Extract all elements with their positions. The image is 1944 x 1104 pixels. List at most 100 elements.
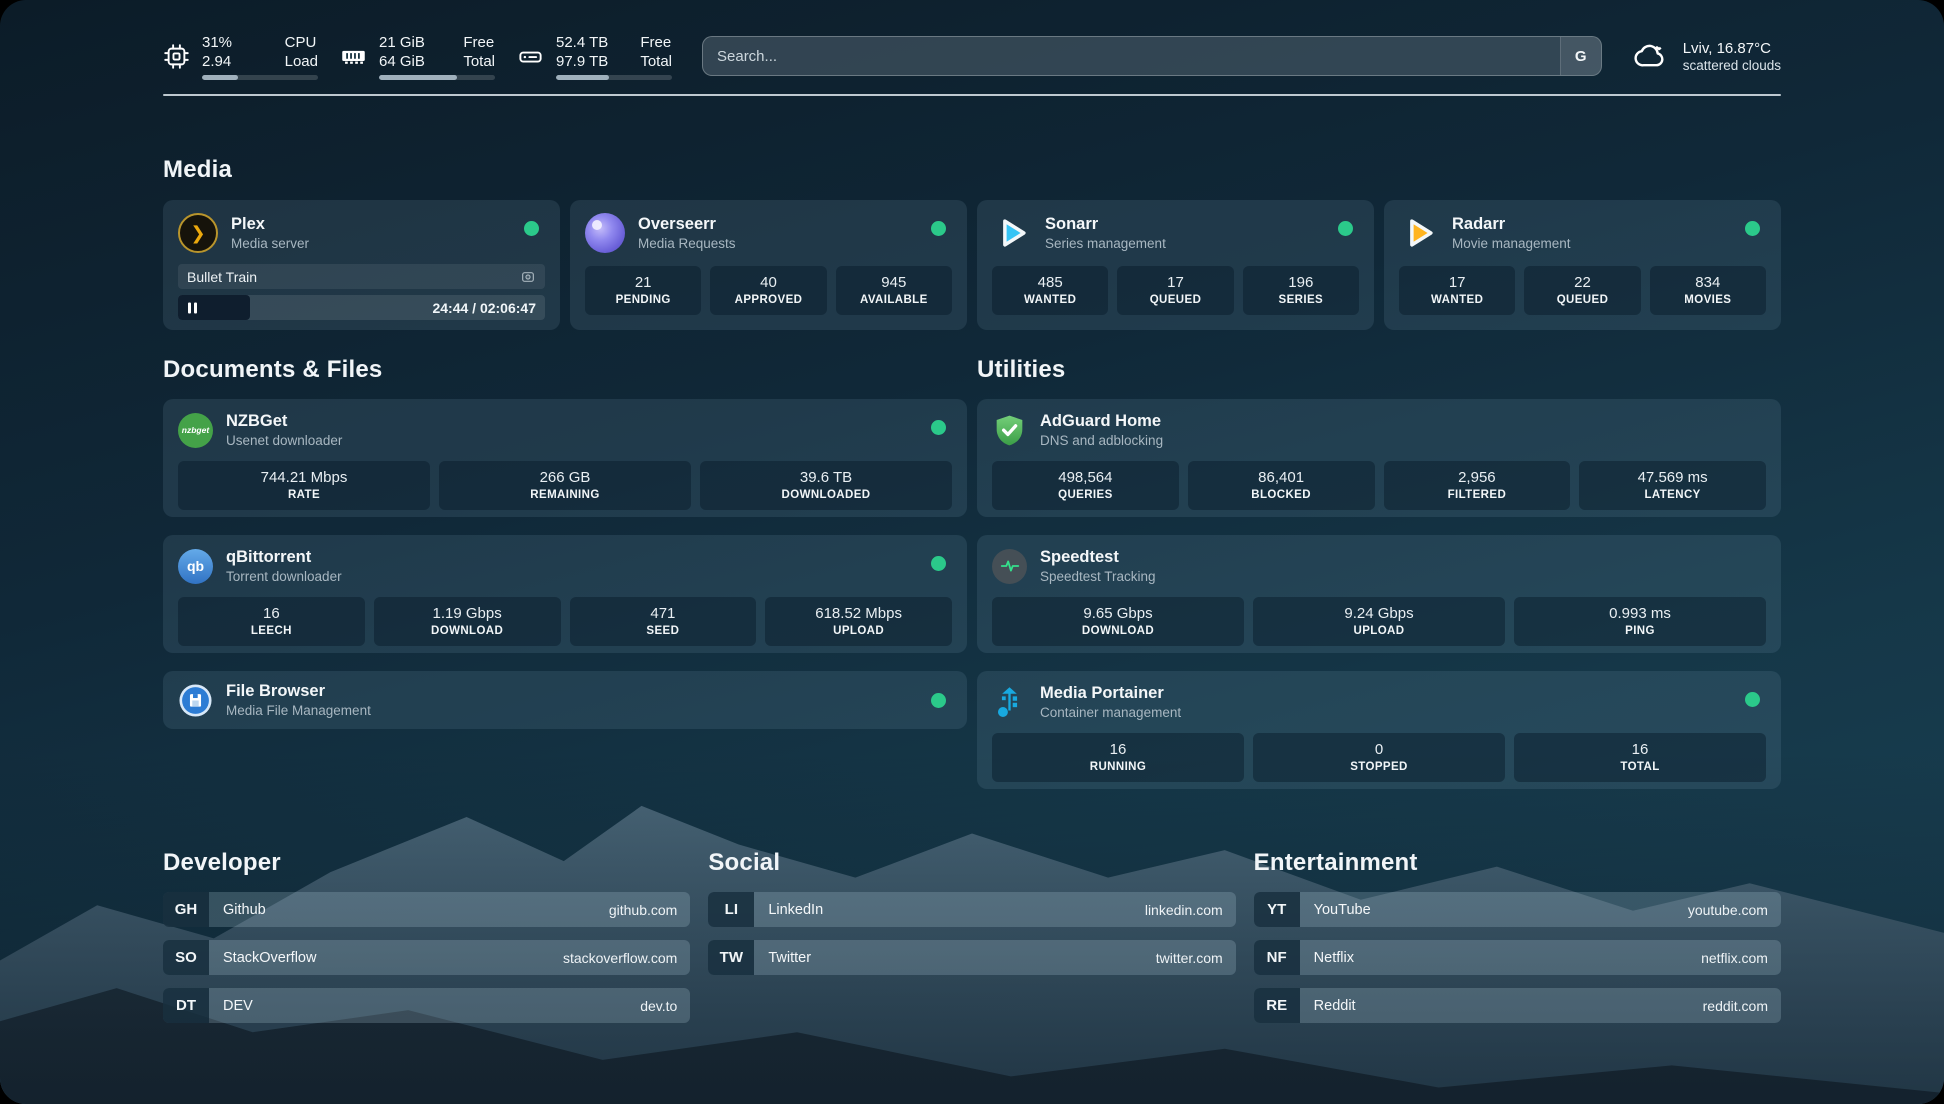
- playback-progress: 24:44 / 02:06:47: [178, 295, 545, 320]
- stat-tile: 0.993 msPING: [1514, 597, 1766, 646]
- speedtest-card[interactable]: Speedtest Speedtest Tracking 9.65 GbpsDO…: [977, 535, 1781, 653]
- stat-tile: 834MOVIES: [1650, 266, 1766, 315]
- stat-tile: 17WANTED: [1399, 266, 1515, 315]
- app-title: Sonarr: [1045, 215, 1166, 234]
- overseerr-card[interactable]: Overseerr Media Requests 21PENDING 40APP…: [570, 200, 967, 330]
- memory-free: 21 GiB: [379, 33, 425, 52]
- nzbget-icon: nzbget: [178, 413, 213, 448]
- entertainment-group: Entertainment YT YouTube youtube.com NF …: [1254, 849, 1781, 1023]
- cpu-icon: [163, 43, 190, 70]
- link-badge: TW: [708, 940, 754, 975]
- section-title-social: Social: [708, 849, 1235, 877]
- memory-icon: [340, 43, 367, 70]
- app-subtitle: Media File Management: [226, 703, 371, 718]
- qbittorrent-card[interactable]: qb qBittorrent Torrent downloader 16LEEC…: [163, 535, 967, 653]
- stat-tile: 618.52 MbpsUPLOAD: [765, 597, 952, 646]
- header-divider: [163, 94, 1781, 96]
- section-title-developer: Developer: [163, 849, 690, 877]
- link-youtube[interactable]: YT YouTube youtube.com: [1254, 892, 1781, 927]
- free-label: Free: [640, 33, 672, 52]
- link-stackoverflow[interactable]: SO StackOverflow stackoverflow.com: [163, 940, 690, 975]
- plex-icon: ❯: [178, 213, 218, 253]
- sonarr-card[interactable]: Sonarr Series management 485WANTED 17QUE…: [977, 200, 1374, 330]
- status-dot: [1745, 692, 1760, 707]
- app-subtitle: Container management: [1040, 705, 1181, 720]
- link-github[interactable]: GH Github github.com: [163, 892, 690, 927]
- stat-tile: 0STOPPED: [1253, 733, 1505, 782]
- link-reddit[interactable]: RE Reddit reddit.com: [1254, 988, 1781, 1023]
- app-title: File Browser: [226, 682, 371, 701]
- now-playing-row: Bullet Train: [178, 264, 545, 289]
- filebrowser-icon: [178, 683, 213, 718]
- link-dev[interactable]: DT DEV dev.to: [163, 988, 690, 1023]
- playback-time: 24:44 / 02:06:47: [432, 300, 536, 316]
- link-badge: DT: [163, 988, 209, 1023]
- weather-location-temp: Lviv, 16.87°C: [1683, 40, 1781, 57]
- stat-tile: 22QUEUED: [1524, 266, 1640, 315]
- app-title: Radarr: [1452, 215, 1571, 234]
- adguard-card[interactable]: AdGuard Home DNS and adblocking 498,564Q…: [977, 399, 1781, 517]
- stat-tile: 21PENDING: [585, 266, 701, 315]
- disk-stat: 52.4 TB97.9 TB FreeTotal: [517, 33, 672, 80]
- social-group: Social LI LinkedIn linkedin.com TW Twitt…: [708, 849, 1235, 1023]
- search-input[interactable]: [703, 37, 1560, 75]
- link-badge: NF: [1254, 940, 1300, 975]
- link-badge: YT: [1254, 892, 1300, 927]
- dashboard: 31%2.94 CPULoad: [0, 0, 1944, 1104]
- app-subtitle: Torrent downloader: [226, 569, 342, 584]
- stat-tile: 1.19 GbpsDOWNLOAD: [374, 597, 561, 646]
- adguard-icon: [992, 413, 1027, 448]
- free-label: Free: [463, 33, 495, 52]
- app-title: Media Portainer: [1040, 684, 1181, 703]
- speedtest-icon: [992, 549, 1027, 584]
- stat-tile: 16RUNNING: [992, 733, 1244, 782]
- weather-widget: Lviv, 16.87°C scattered clouds: [1630, 39, 1781, 73]
- app-subtitle: DNS and adblocking: [1040, 433, 1163, 448]
- now-playing-title: Bullet Train: [187, 269, 257, 285]
- section-title-entertainment: Entertainment: [1254, 849, 1781, 877]
- portainer-icon: [992, 685, 1027, 720]
- app-subtitle: Media Requests: [638, 236, 736, 251]
- stat-tile: 945AVAILABLE: [836, 266, 952, 315]
- stat-tile: 86,401BLOCKED: [1188, 461, 1375, 510]
- link-linkedin[interactable]: LI LinkedIn linkedin.com: [708, 892, 1235, 927]
- top-bar: 31%2.94 CPULoad: [163, 30, 1781, 82]
- stat-tile: 744.21 MbpsRATE: [178, 461, 430, 510]
- stat-tile: 40APPROVED: [710, 266, 826, 315]
- stat-tile: 2,956FILTERED: [1384, 461, 1571, 510]
- search-engine-button[interactable]: G: [1560, 37, 1601, 75]
- developer-group: Developer GH Github github.com SO StackO…: [163, 849, 690, 1023]
- weather-condition: scattered clouds: [1683, 58, 1781, 73]
- stat-tile: 498,564QUERIES: [992, 461, 1179, 510]
- plex-card[interactable]: ❯ Plex Media server Bullet Train: [163, 200, 560, 330]
- app-title: AdGuard Home: [1040, 412, 1163, 431]
- stat-tile: 39.6 TBDOWNLOADED: [700, 461, 952, 510]
- status-dot: [1745, 221, 1760, 236]
- link-badge: LI: [708, 892, 754, 927]
- memory-stat: 21 GiB64 GiB FreeTotal: [340, 33, 495, 80]
- stat-tile: 17QUEUED: [1117, 266, 1233, 315]
- total-label: Total: [640, 52, 672, 71]
- app-subtitle: Movie management: [1452, 236, 1571, 251]
- app-title: Overseerr: [638, 215, 736, 234]
- stat-tile: 471SEED: [570, 597, 757, 646]
- status-dot: [931, 556, 946, 571]
- media-card-grid: ❯ Plex Media server Bullet Train: [163, 200, 1781, 330]
- radarr-icon: [1399, 213, 1439, 253]
- disk-icon: [517, 43, 544, 70]
- link-twitter[interactable]: TW Twitter twitter.com: [708, 940, 1235, 975]
- portainer-card[interactable]: Media Portainer Container management 16R…: [977, 671, 1781, 789]
- status-dot: [1338, 221, 1353, 236]
- link-netflix[interactable]: NF Netflix netflix.com: [1254, 940, 1781, 975]
- link-badge: SO: [163, 940, 209, 975]
- stat-tile: 9.24 GbpsUPLOAD: [1253, 597, 1505, 646]
- radarr-card[interactable]: Radarr Movie management 17WANTED 22QUEUE…: [1384, 200, 1781, 330]
- filebrowser-card[interactable]: File Browser Media File Management: [163, 671, 967, 729]
- nzbget-card[interactable]: nzbget NZBGet Usenet downloader 744.21 M…: [163, 399, 967, 517]
- app-subtitle: Media server: [231, 236, 309, 251]
- section-title-documents: Documents & Files: [163, 356, 967, 384]
- pause-button[interactable]: [188, 302, 197, 313]
- section-title-media: Media: [163, 156, 1781, 184]
- memory-total: 64 GiB: [379, 52, 425, 71]
- stat-tile: 16LEECH: [178, 597, 365, 646]
